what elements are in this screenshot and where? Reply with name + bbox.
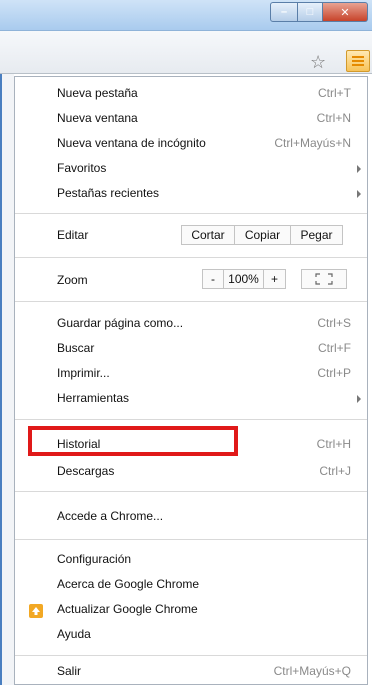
zoom-button-group: - 100% +: [202, 269, 286, 289]
menu-item-label: Nueva ventana de incógnito: [57, 136, 206, 150]
menu-item-label: Favoritos: [57, 161, 107, 175]
menu-separator: [15, 257, 367, 258]
zoom-out-button[interactable]: -: [202, 269, 224, 289]
menu-item-new-tab[interactable]: Nueva pestaña Ctrl+T: [15, 81, 367, 106]
hamburger-icon: [352, 56, 364, 58]
menu-item-label: Descargas: [57, 464, 115, 478]
page-background: [2, 74, 14, 685]
menu-item-save-page[interactable]: Guardar página como... Ctrl+S: [15, 311, 367, 336]
menu-row-edit: Editar Cortar Copiar Pegar: [15, 220, 367, 250]
menu-item-shortcut: Ctrl+S: [317, 316, 351, 330]
menu-item-label: Ayuda: [57, 627, 91, 641]
menu-item-find[interactable]: Buscar Ctrl+F: [15, 336, 367, 361]
chrome-menu-button[interactable]: [346, 50, 370, 72]
menu-item-recent-tabs[interactable]: Pestañas recientes: [15, 181, 367, 206]
fullscreen-icon: [315, 273, 333, 285]
submenu-arrow-icon: [357, 165, 361, 173]
menu-row-zoom: Zoom - 100% +: [15, 264, 367, 294]
menu-item-shortcut: Ctrl+H: [316, 437, 351, 451]
menu-item-label: Actualizar Google Chrome: [57, 602, 198, 616]
menu-item-label: Accede a Chrome...: [57, 509, 164, 523]
edit-button-group: Cortar Copiar Pegar: [181, 225, 343, 245]
menu-item-shortcut: Ctrl+N: [316, 111, 351, 125]
menu-separator: [15, 213, 367, 214]
bookmark-star-icon[interactable]: ☆: [310, 52, 326, 73]
menu-item-new-window[interactable]: Nueva ventana Ctrl+N: [15, 106, 367, 131]
menu-item-bookmarks[interactable]: Favoritos: [15, 156, 367, 181]
menu-item-shortcut: Ctrl+J: [319, 464, 351, 478]
menu-separator: [15, 491, 367, 492]
menu-item-shortcut: Ctrl+T: [318, 86, 351, 100]
history-highlight-box: [28, 426, 238, 456]
menu-item-shortcut: Ctrl+F: [318, 341, 351, 355]
menu-item-update[interactable]: Actualizar Google Chrome: [15, 597, 367, 622]
zoom-in-button[interactable]: +: [264, 269, 286, 289]
menu-item-shortcut: Ctrl+Mayús+Q: [273, 664, 351, 678]
menu-item-exit[interactable]: Salir Ctrl+Mayús+Q: [15, 659, 367, 684]
menu-item-incognito[interactable]: Nueva ventana de incógnito Ctrl+Mayús+N: [15, 131, 367, 156]
edit-label: Editar: [57, 228, 89, 242]
minimize-button[interactable]: –: [270, 2, 298, 22]
menu-item-settings[interactable]: Configuración: [15, 547, 367, 572]
copy-button[interactable]: Copiar: [235, 225, 291, 245]
menu-item-about[interactable]: Acerca de Google Chrome: [15, 572, 367, 597]
menu-item-shortcut: Ctrl+P: [317, 366, 351, 380]
fullscreen-button[interactable]: [301, 269, 347, 289]
menu-item-label: Nueva pestaña: [57, 86, 138, 100]
chrome-menu: Nueva pestaña Ctrl+T Nueva ventana Ctrl+…: [14, 76, 368, 685]
menu-item-help[interactable]: Ayuda: [15, 622, 367, 647]
title-bar: – □ ✕: [0, 0, 372, 31]
menu-item-sign-in[interactable]: Accede a Chrome...: [15, 504, 367, 529]
menu-item-downloads[interactable]: Descargas Ctrl+J: [15, 459, 367, 484]
menu-item-label: Buscar: [57, 341, 95, 355]
menu-separator: [15, 655, 367, 656]
menu-separator: [15, 419, 367, 420]
cut-button[interactable]: Cortar: [181, 225, 235, 245]
menu-item-label: Herramientas: [57, 391, 130, 405]
menu-item-label: Nueva ventana: [57, 111, 138, 125]
update-arrow-icon: [29, 604, 43, 618]
menu-item-label: Configuración: [57, 552, 132, 566]
menu-item-label: Imprimir...: [57, 366, 110, 380]
submenu-arrow-icon: [357, 395, 361, 403]
zoom-level: 100%: [224, 269, 264, 289]
menu-separator: [15, 301, 367, 302]
maximize-icon: □: [306, 6, 314, 18]
menu-item-label: Salir: [57, 664, 82, 678]
close-button[interactable]: ✕: [323, 2, 368, 22]
menu-item-tools[interactable]: Herramientas: [15, 386, 367, 411]
maximize-button[interactable]: □: [298, 2, 323, 22]
window-controls: – □ ✕: [270, 2, 368, 22]
menu-separator: [15, 539, 367, 540]
zoom-label: Zoom: [57, 273, 88, 287]
menu-item-print[interactable]: Imprimir... Ctrl+P: [15, 361, 367, 386]
menu-item-label: Pestañas recientes: [57, 186, 160, 200]
paste-button[interactable]: Pegar: [291, 225, 343, 245]
minimize-icon: –: [280, 6, 288, 18]
close-icon: ✕: [340, 6, 350, 19]
menu-item-label: Guardar página como...: [57, 316, 184, 330]
submenu-arrow-icon: [357, 190, 361, 198]
menu-item-label: Acerca de Google Chrome: [57, 577, 200, 591]
menu-item-shortcut: Ctrl+Mayús+N: [274, 136, 351, 150]
